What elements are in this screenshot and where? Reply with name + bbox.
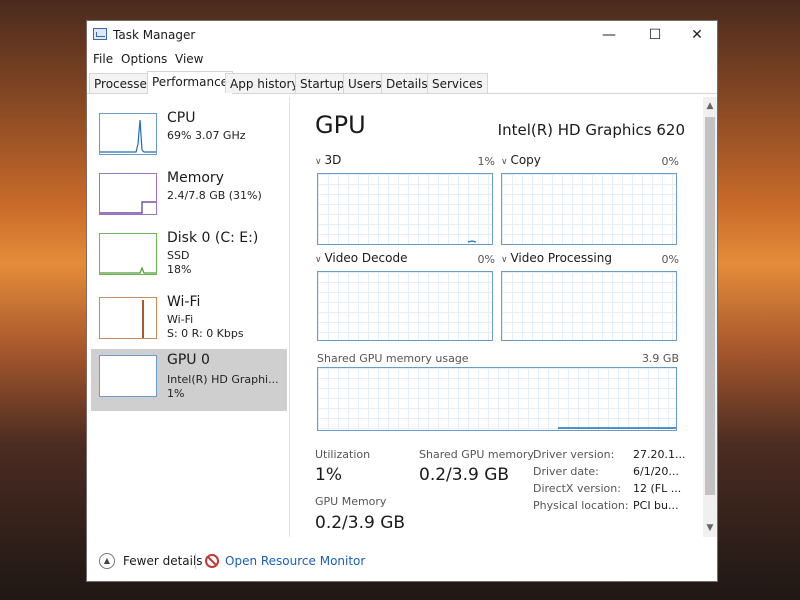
sidebar-item-label: CPU	[167, 110, 196, 126]
disk-sparkline	[100, 266, 156, 274]
gpu-model-name: Intel(R) HD Graphics 620	[497, 121, 685, 139]
engine-video-processing-selector[interactable]: ∨ Video Processing	[501, 251, 612, 265]
utilization-value: 1%	[315, 465, 342, 485]
engine-label: Video Processing	[510, 251, 612, 265]
engine-label: Video Decode	[324, 251, 408, 265]
footer-bar: ▲ Fewer details Open Resource Monitor	[87, 541, 717, 581]
gpu-thumbnail-graph	[99, 355, 157, 397]
shared-memory-graph	[317, 367, 677, 431]
performance-sidebar: CPU 69% 3.07 GHz Memory 2.4/7.8 GB (31%)…	[87, 97, 289, 537]
utilization-label: Utilization	[315, 448, 371, 461]
sidebar-item-disk[interactable]: Disk 0 (C: E:) SSD 18%	[91, 227, 287, 285]
directx-version-value: 12 (FL ...	[633, 482, 682, 495]
memory-thumbnail-graph	[99, 173, 157, 215]
scroll-down-icon[interactable]: ▼	[703, 521, 717, 535]
shared-memory-label: Shared GPU memory	[419, 448, 534, 461]
sidebar-item-detail: 18%	[167, 263, 192, 276]
tab-details[interactable]: Details	[381, 73, 433, 93]
fewer-details-icon[interactable]: ▲	[99, 553, 115, 569]
engine-3d-selector[interactable]: ∨ 3D	[315, 153, 341, 167]
maximize-button[interactable]: ☐	[633, 21, 677, 49]
sidebar-item-detail: Intel(R) HD Graphi...	[167, 373, 279, 386]
sidebar-item-gpu[interactable]: GPU 0 Intel(R) HD Graphi... 1%	[91, 349, 287, 411]
driver-version-value: 27.20.1...	[633, 448, 686, 461]
physical-location-label: Physical location:	[533, 499, 629, 512]
fewer-details-link[interactable]: Fewer details	[123, 554, 203, 568]
tab-startup[interactable]: Startup	[295, 73, 350, 93]
menu-view[interactable]: View	[175, 52, 203, 66]
sidebar-item-cpu[interactable]: CPU 69% 3.07 GHz	[91, 107, 287, 165]
tab-app-history[interactable]: App history	[225, 73, 304, 93]
sidebar-item-detail: SSD	[167, 249, 190, 262]
directx-version-label: DirectX version:	[533, 482, 621, 495]
shared-memory-graph-max: 3.9 GB	[641, 352, 679, 365]
engine-video-decode-graph	[317, 271, 493, 341]
engine-percent: 0%	[661, 155, 679, 168]
engine-video-decode-selector[interactable]: ∨ Video Decode	[315, 251, 407, 265]
sidebar-item-label: Disk 0 (C: E:)	[167, 230, 259, 246]
engine-percent: 0%	[661, 253, 679, 266]
scrollbar-thumb[interactable]	[705, 117, 715, 495]
cpu-thumbnail-graph	[99, 113, 157, 155]
sidebar-item-label: Memory	[167, 170, 224, 186]
vertical-scrollbar[interactable]: ▲ ▼	[703, 97, 717, 537]
engine-percent: 1%	[477, 155, 495, 168]
minimize-icon: —	[602, 27, 616, 43]
memory-sparkline	[100, 201, 156, 214]
task-manager-window: Task Manager — ☐ ✕ File Options View Pro…	[86, 20, 718, 582]
driver-date-value: 6/1/20...	[633, 465, 679, 478]
resource-monitor-icon[interactable]	[205, 554, 219, 568]
sidebar-item-detail: 2.4/7.8 GB (31%)	[167, 189, 262, 202]
maximize-icon: ☐	[648, 27, 662, 43]
sidebar-item-label: GPU 0	[167, 352, 210, 368]
task-manager-icon	[93, 28, 107, 40]
scroll-up-icon[interactable]: ▲	[703, 99, 717, 113]
wifi-sparkline	[142, 300, 144, 338]
panel-divider	[289, 97, 290, 537]
window-title: Task Manager	[113, 28, 196, 42]
menu-bar: File Options View	[87, 49, 717, 69]
wifi-thumbnail-graph	[99, 297, 157, 339]
gpu-memory-label: GPU Memory	[315, 495, 387, 508]
driver-version-label: Driver version:	[533, 448, 615, 461]
sidebar-item-detail: S: 0 R: 0 Kbps	[167, 327, 244, 340]
engine-label: 3D	[324, 153, 342, 167]
menu-options[interactable]: Options	[121, 52, 167, 66]
tab-services[interactable]: Services	[427, 73, 488, 93]
shared-memory-line	[558, 427, 676, 429]
engine-copy-graph	[501, 173, 677, 245]
page-title: GPU	[315, 111, 366, 139]
menu-file[interactable]: File	[93, 52, 113, 66]
title-bar[interactable]: Task Manager — ☐ ✕	[87, 21, 717, 49]
engine-percent: 0%	[477, 253, 495, 266]
shared-memory-graph-label: Shared GPU memory usage	[317, 352, 469, 365]
sidebar-item-memory[interactable]: Memory 2.4/7.8 GB (31%)	[91, 167, 287, 225]
open-resource-monitor-link[interactable]: Open Resource Monitor	[225, 554, 365, 568]
sidebar-item-detail: 69% 3.07 GHz	[167, 129, 246, 142]
minimize-button[interactable]: —	[587, 21, 631, 49]
physical-location-value: PCI bu...	[633, 499, 679, 512]
sidebar-item-wifi[interactable]: Wi-Fi Wi-Fi S: 0 R: 0 Kbps	[91, 291, 287, 349]
close-button[interactable]: ✕	[675, 21, 719, 49]
disk-thumbnail-graph	[99, 233, 157, 275]
sidebar-item-detail: Wi-Fi	[167, 313, 194, 326]
engine-label: Copy	[510, 153, 541, 167]
gpu-memory-value: 0.2/3.9 GB	[315, 513, 406, 533]
tab-performance[interactable]: Performance	[147, 71, 234, 94]
driver-date-label: Driver date:	[533, 465, 599, 478]
engine-3d-graph	[317, 173, 493, 245]
close-icon: ✕	[691, 27, 703, 43]
gpu-detail-panel: GPU Intel(R) HD Graphics 620 ∨ 3D 1% ∨ C…	[315, 111, 686, 533]
engine-copy-selector[interactable]: ∨ Copy	[501, 153, 541, 167]
cpu-sparkline	[100, 119, 156, 153]
tab-strip: Processes Performance App history Startu…	[87, 71, 717, 94]
sidebar-item-detail: 1%	[167, 387, 185, 400]
footer-separator	[195, 553, 196, 569]
shared-memory-value: 0.2/3.9 GB	[419, 465, 510, 485]
engine-3d-line	[467, 240, 477, 243]
sidebar-item-label: Wi-Fi	[167, 294, 201, 310]
engine-video-processing-graph	[501, 271, 677, 341]
